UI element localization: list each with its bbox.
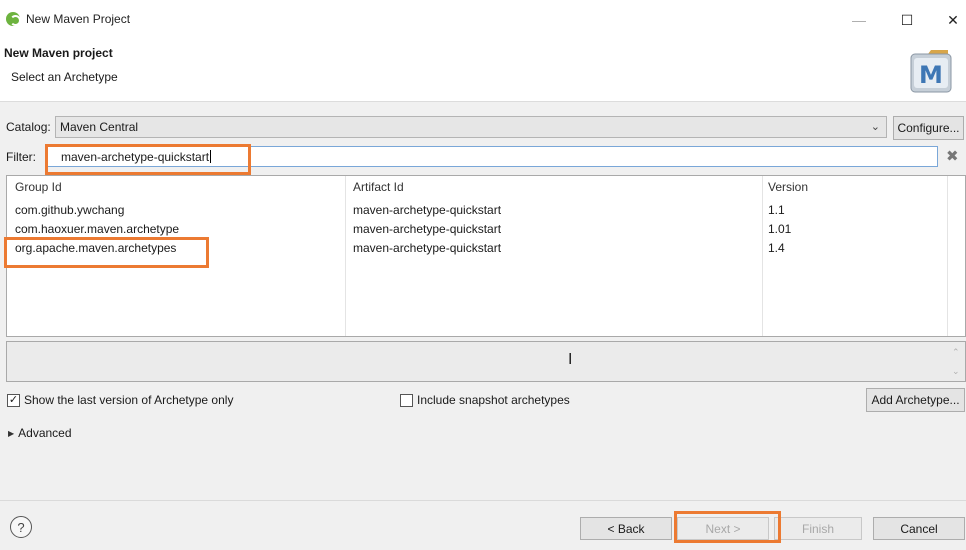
next-highlight-box <box>674 511 781 543</box>
column-header-artifact-id[interactable]: Artifact Id <box>353 180 404 194</box>
chevron-down-icon: ⌄ <box>870 121 880 133</box>
table-cell-group-id[interactable]: com.haoxuer.maven.archetype <box>15 222 179 236</box>
help-icon[interactable]: ? <box>10 516 32 538</box>
column-divider <box>947 176 948 336</box>
footer-separator <box>0 500 966 501</box>
finish-button[interactable]: Finish <box>774 517 862 540</box>
table-cell-version[interactable]: 1.01 <box>768 222 791 236</box>
last-version-option[interactable]: ✓ Show the last version of Archetype onl… <box>7 393 233 407</box>
page-title: New Maven project <box>4 46 113 60</box>
catalog-select[interactable]: Maven Central ⌄ <box>55 116 887 138</box>
last-version-label: Show the last version of Archetype only <box>24 393 234 407</box>
eclipse-app-icon <box>6 12 21 26</box>
back-button[interactable]: < Back <box>580 517 672 540</box>
table-cell-artifact-id[interactable]: maven-archetype-quickstart <box>353 241 501 255</box>
table-cell-version[interactable]: 1.1 <box>768 203 785 217</box>
wizard-header <box>0 38 966 102</box>
catalog-label: Catalog: <box>6 120 51 134</box>
filter-label: Filter: <box>6 150 36 164</box>
column-divider <box>345 176 346 336</box>
column-header-group-id[interactable]: Group Id <box>15 180 62 194</box>
title-bar <box>0 0 966 38</box>
filter-highlight-box <box>45 144 251 175</box>
snapshot-label: Include snapshot archetypes <box>417 393 570 407</box>
scroll-up-icon[interactable]: ⌃ <box>952 347 960 358</box>
expand-triangle-icon: ▶ <box>8 428 15 438</box>
scroll-down-icon[interactable]: ⌄ <box>952 366 960 377</box>
text-cursor-icon: I <box>568 351 573 368</box>
catalog-value: Maven Central <box>60 120 139 134</box>
clear-filter-icon[interactable]: ✖ <box>946 147 959 165</box>
snapshot-option[interactable]: Include snapshot archetypes <box>400 393 570 407</box>
maximize-button[interactable]: ☐ <box>884 6 930 34</box>
row-highlight-box <box>4 237 209 268</box>
advanced-label: Advanced <box>18 426 72 440</box>
snapshot-checkbox[interactable] <box>400 393 413 407</box>
add-archetype-button[interactable]: Add Archetype... <box>866 388 965 412</box>
configure-button[interactable]: Configure... <box>893 116 964 140</box>
table-cell-artifact-id[interactable]: maven-archetype-quickstart <box>353 222 501 236</box>
close-button[interactable]: ✕ <box>930 6 966 34</box>
table-cell-version[interactable]: 1.4 <box>768 241 785 255</box>
advanced-toggle[interactable]: ▶ Advanced <box>8 426 72 440</box>
window-title: New Maven Project <box>26 12 131 26</box>
column-header-version[interactable]: Version <box>768 180 808 194</box>
last-version-checkbox[interactable]: ✓ <box>7 393 20 407</box>
maven-logo-icon: M <box>908 46 954 94</box>
page-subtitle: Select an Archetype <box>11 70 118 84</box>
table-cell-group-id[interactable]: com.github.ywchang <box>15 203 124 217</box>
column-divider <box>762 176 763 336</box>
table-cell-artifact-id[interactable]: maven-archetype-quickstart <box>353 203 501 217</box>
archetype-description[interactable] <box>6 341 966 382</box>
maven-logo-letter: M <box>919 61 943 89</box>
minimize-button[interactable]: — <box>836 6 882 34</box>
cancel-button[interactable]: Cancel <box>873 517 965 540</box>
